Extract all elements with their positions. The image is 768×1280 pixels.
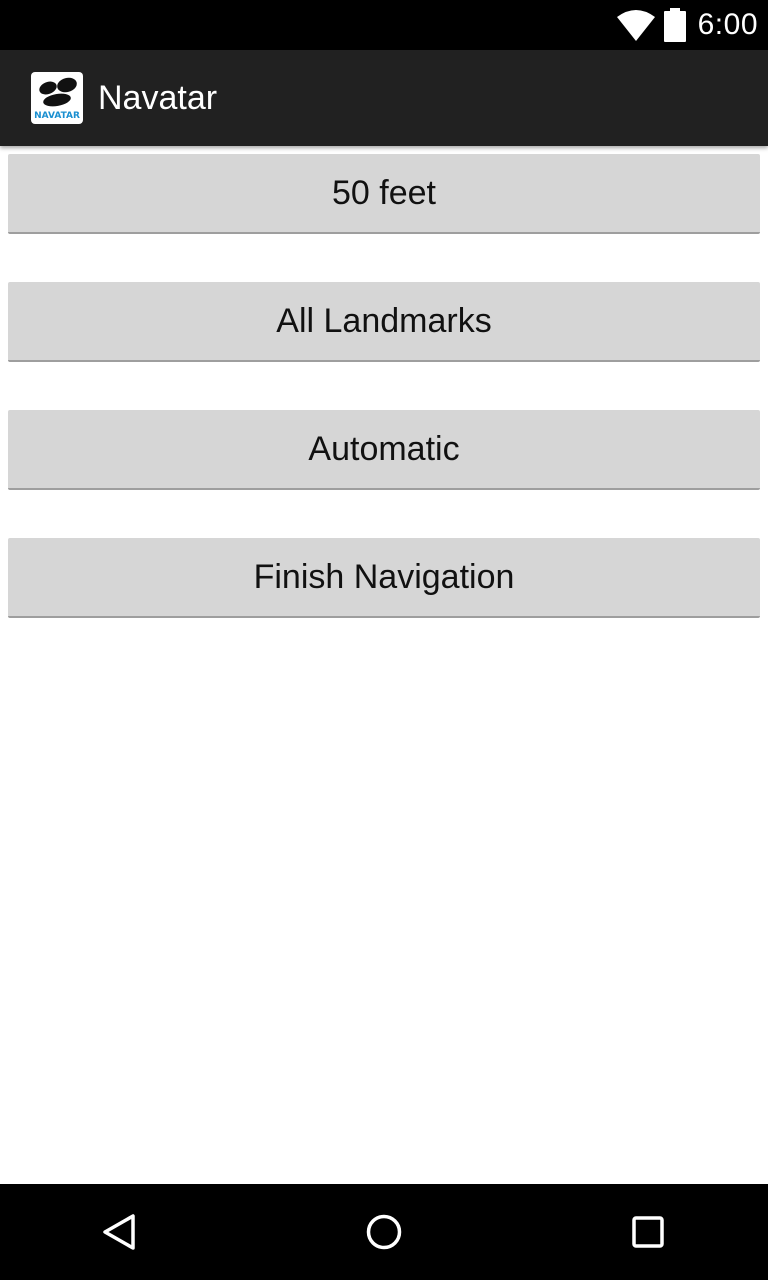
status-icons: 6:00: [616, 0, 758, 50]
screen: 6:00 NAVATAR Navatar 50 feet All Landmar…: [0, 0, 768, 1280]
navatar-logo-icon[interactable]: NAVATAR: [31, 72, 83, 124]
landmarks-filter-button[interactable]: All Landmarks: [8, 282, 760, 362]
logo-text: NAVATAR: [34, 111, 80, 121]
action-bar: NAVATAR Navatar: [0, 50, 768, 146]
status-clock: 6:00: [697, 8, 758, 41]
battery-icon: [663, 8, 686, 42]
back-icon[interactable]: [96, 1208, 144, 1256]
distance-button[interactable]: 50 feet: [8, 154, 760, 234]
logo-footprint-2: [55, 75, 79, 95]
app-title: Navatar: [98, 78, 218, 117]
recents-icon[interactable]: [624, 1208, 672, 1256]
mode-button[interactable]: Automatic: [8, 410, 760, 490]
status-bar: 6:00: [0, 0, 768, 50]
finish-navigation-button[interactable]: Finish Navigation: [8, 538, 760, 618]
home-icon[interactable]: [360, 1208, 408, 1256]
system-nav-bar: [0, 1184, 768, 1280]
wifi-icon: [616, 10, 655, 41]
